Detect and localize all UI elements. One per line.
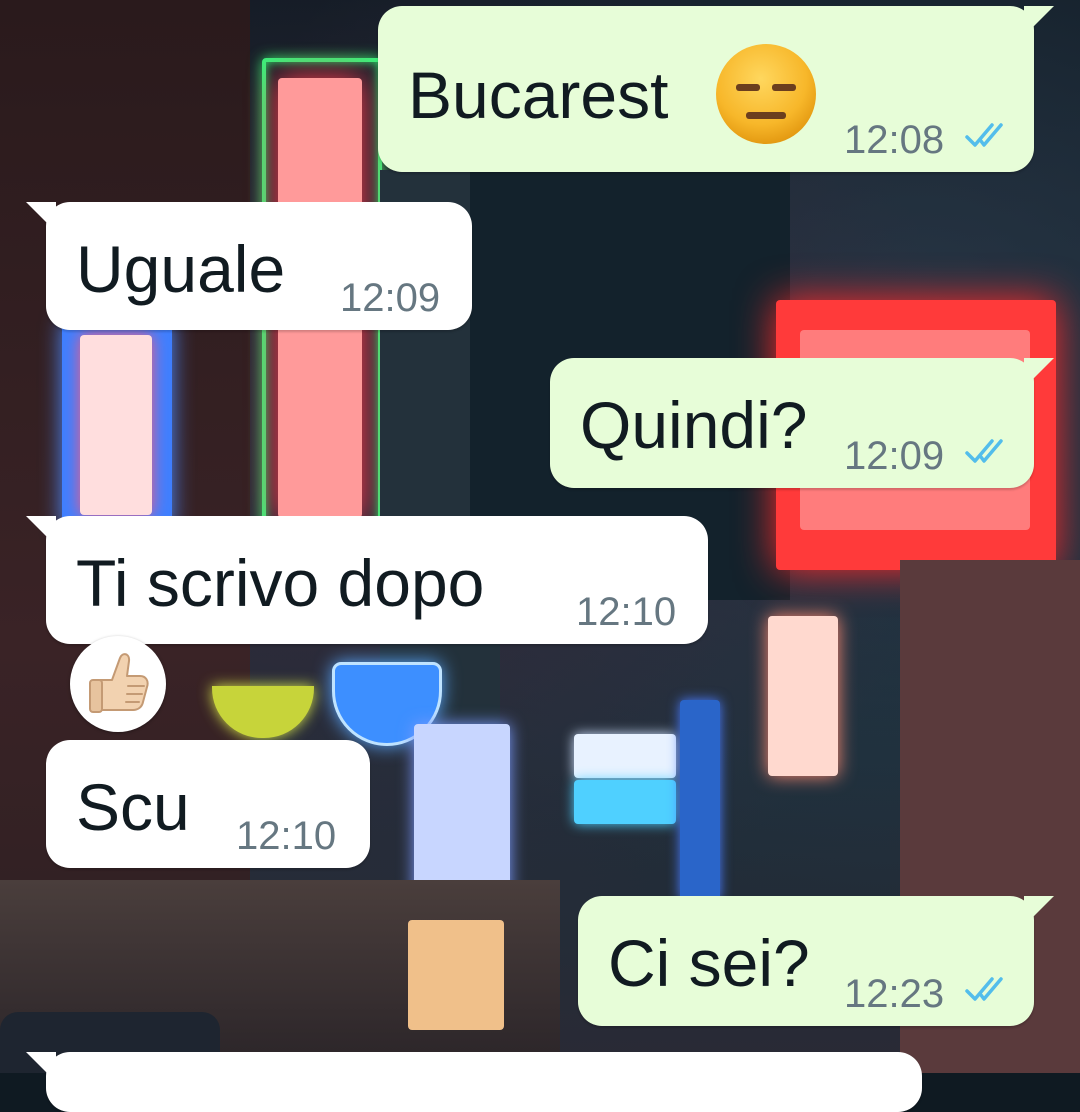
message-outgoing[interactable]: Quindi? 12:09 [550,358,1054,488]
message-time: 12:09 [340,276,441,320]
message-text: Ci sei? [608,926,810,1000]
bubble-tail [1024,358,1054,388]
bubble-tail [1024,6,1054,36]
message-time: 12:09 [844,434,945,478]
message-reaction[interactable] [70,636,166,732]
thumbs-up-icon [89,653,149,713]
chat-messages: Bucarest 12:08 Uguale 12:09 Quindi? 12:0… [0,0,1080,1112]
message-text: Ti scrivo dopo [76,546,485,620]
read-ticks-icon [965,977,1003,1001]
expressionless-face-icon [716,44,816,144]
message-incoming[interactable]: Ti scrivo dopo 12:10 [26,516,708,644]
message-outgoing[interactable]: Ci sei? 12:23 [578,896,1054,1026]
message-incoming-partial[interactable] [26,1052,922,1112]
bubble-tail [26,202,56,232]
message-incoming[interactable]: Scu 12:10 [46,740,370,868]
message-text: Uguale [76,232,286,306]
message-incoming[interactable]: Uguale 12:09 [26,202,472,330]
message-time: 12:10 [236,814,337,858]
message-time: 12:08 [844,118,945,162]
read-ticks-icon [965,123,1003,147]
bubble-tail [26,1052,56,1082]
message-text: Scu [76,770,190,844]
message-outgoing[interactable]: Bucarest 12:08 [378,6,1054,172]
message-text: Bucarest [408,58,669,132]
bubble-tail [26,516,56,546]
message-time: 12:10 [576,590,677,634]
message-text: Quindi? [580,388,808,462]
bubble-tail [1024,896,1054,926]
message-time: 12:23 [844,972,945,1016]
read-ticks-icon [965,439,1003,463]
